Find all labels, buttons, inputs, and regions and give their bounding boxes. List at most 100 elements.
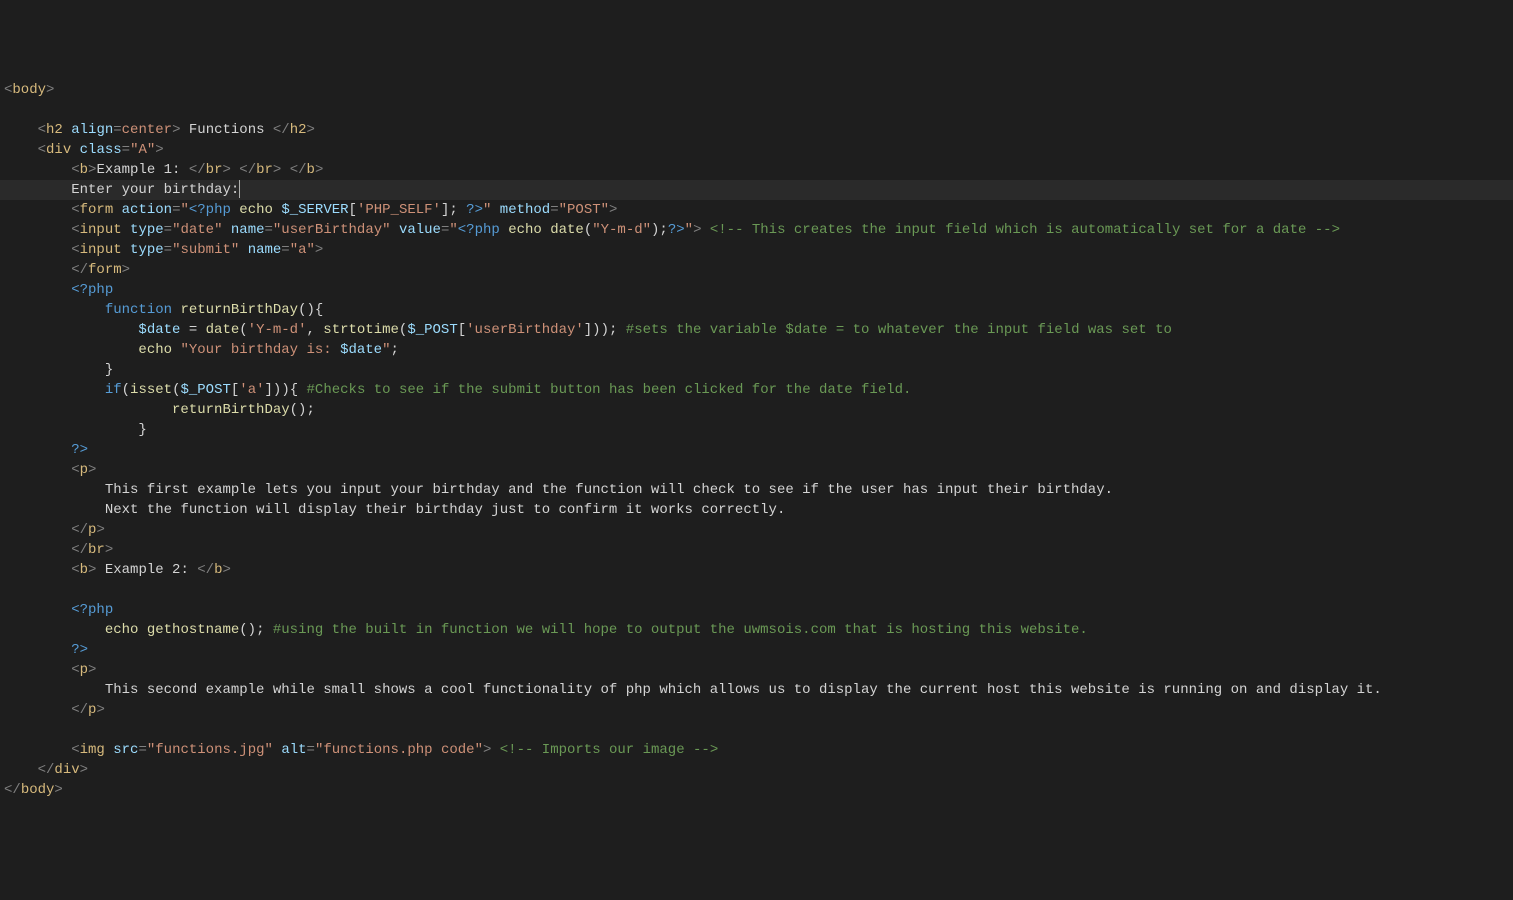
code-token: </ bbox=[71, 542, 88, 558]
code-token: #using the built in function we will hop… bbox=[273, 622, 1088, 638]
code-line[interactable]: This first example lets you input your b… bbox=[0, 480, 1513, 500]
code-line[interactable]: if(isset($_POST['a'])){ #Checks to see i… bbox=[0, 380, 1513, 400]
code-token: = bbox=[122, 142, 130, 158]
code-token bbox=[4, 602, 71, 618]
code-line[interactable]: ?> bbox=[0, 640, 1513, 660]
code-token bbox=[542, 222, 550, 238]
code-line[interactable]: <b> Example 2: </b> bbox=[0, 560, 1513, 580]
code-token bbox=[4, 562, 71, 578]
code-token bbox=[273, 742, 281, 758]
code-token: > bbox=[222, 562, 230, 578]
code-token: #sets the variable $date = to whatever t… bbox=[626, 322, 1172, 338]
code-token bbox=[281, 162, 289, 178]
code-token: ])){ bbox=[265, 382, 307, 398]
code-line[interactable]: ?> bbox=[0, 440, 1513, 460]
code-token bbox=[122, 242, 130, 258]
code-line[interactable]: <input type="date" name="userBirthday" v… bbox=[0, 220, 1513, 240]
code-token: value bbox=[399, 222, 441, 238]
code-token: > bbox=[122, 262, 130, 278]
code-token: > bbox=[315, 162, 323, 178]
code-token bbox=[4, 622, 105, 638]
code-token: < bbox=[71, 742, 79, 758]
code-line[interactable]: returnBirthDay(); bbox=[0, 400, 1513, 420]
code-token: </ bbox=[290, 162, 307, 178]
code-token: ; bbox=[391, 342, 399, 358]
code-line[interactable]: <input type="submit" name="a"> bbox=[0, 240, 1513, 260]
code-token bbox=[4, 682, 105, 698]
text-cursor bbox=[239, 180, 240, 198]
code-line[interactable]: </p> bbox=[0, 700, 1513, 720]
code-token: if bbox=[105, 382, 122, 398]
code-token: > bbox=[222, 162, 230, 178]
code-line[interactable]: $date = date('Y-m-d', strtotime($_POST['… bbox=[0, 320, 1513, 340]
code-token bbox=[4, 542, 71, 558]
code-line[interactable]: <img src="functions.jpg" alt="functions.… bbox=[0, 740, 1513, 760]
code-token: function bbox=[105, 302, 172, 318]
code-token: < bbox=[71, 462, 79, 478]
code-token bbox=[701, 222, 709, 238]
code-token: center bbox=[122, 122, 172, 138]
code-token: "Your birthday is: bbox=[180, 342, 340, 358]
code-line[interactable]: <form action="<?php echo $_SERVER['PHP_S… bbox=[0, 200, 1513, 220]
code-line[interactable]: <p> bbox=[0, 460, 1513, 480]
code-token: returnBirthDay bbox=[172, 402, 290, 418]
code-token: b bbox=[307, 162, 315, 178]
code-token: = bbox=[113, 122, 121, 138]
code-line[interactable]: <body> bbox=[0, 80, 1513, 100]
code-line[interactable]: <div class="A"> bbox=[0, 140, 1513, 160]
code-token bbox=[4, 422, 138, 438]
code-line[interactable]: function returnBirthDay(){ bbox=[0, 300, 1513, 320]
code-token: p bbox=[80, 662, 88, 678]
code-token: Example 1: bbox=[96, 162, 188, 178]
code-token: returnBirthDay bbox=[180, 302, 298, 318]
code-token: = bbox=[281, 242, 289, 258]
code-line[interactable]: <?php bbox=[0, 600, 1513, 620]
code-token: </ bbox=[189, 162, 206, 178]
code-line[interactable]: Enter your birthday: bbox=[0, 180, 1513, 200]
code-line[interactable]: </form> bbox=[0, 260, 1513, 280]
code-line[interactable]: <h2 align=center> Functions </h2> bbox=[0, 120, 1513, 140]
code-token: </ bbox=[239, 162, 256, 178]
code-token: This first example lets you input your b… bbox=[105, 482, 1113, 498]
code-token: div bbox=[54, 762, 79, 778]
code-line[interactable] bbox=[0, 720, 1513, 740]
code-token: p bbox=[80, 462, 88, 478]
code-line[interactable]: <b>Example 1: </br> </br> </b> bbox=[0, 160, 1513, 180]
code-line[interactable]: </div> bbox=[0, 760, 1513, 780]
code-line[interactable]: Next the function will display their bir… bbox=[0, 500, 1513, 520]
code-token: </ bbox=[38, 762, 55, 778]
code-token: < bbox=[38, 122, 46, 138]
code-token: name bbox=[248, 242, 282, 258]
code-line[interactable]: echo "Your birthday is: $date"; bbox=[0, 340, 1513, 360]
code-token: b bbox=[80, 562, 88, 578]
code-line[interactable]: <p> bbox=[0, 660, 1513, 680]
code-token bbox=[4, 362, 105, 378]
code-token: > bbox=[483, 742, 491, 758]
code-token: <?php bbox=[458, 222, 500, 238]
code-token: h2 bbox=[46, 122, 63, 138]
code-line[interactable]: echo gethostname(); #using the built in … bbox=[0, 620, 1513, 640]
code-line[interactable] bbox=[0, 580, 1513, 600]
code-editor[interactable]: <body> <h2 align=center> Functions </h2>… bbox=[0, 80, 1513, 800]
code-line[interactable]: </br> bbox=[0, 540, 1513, 560]
code-token: "Y-m-d" bbox=[592, 222, 651, 238]
code-token: [ bbox=[349, 202, 357, 218]
code-token: = bbox=[180, 322, 205, 338]
code-line[interactable]: </p> bbox=[0, 520, 1513, 540]
code-token: input bbox=[80, 222, 122, 238]
code-line[interactable]: </body> bbox=[0, 780, 1513, 800]
code-token: ( bbox=[239, 322, 247, 338]
code-token: br bbox=[88, 542, 105, 558]
code-line[interactable]: } bbox=[0, 420, 1513, 440]
code-token bbox=[500, 222, 508, 238]
code-line[interactable] bbox=[0, 100, 1513, 120]
code-token: } bbox=[138, 422, 146, 438]
code-token: = bbox=[164, 242, 172, 258]
code-token: $_SERVER bbox=[281, 202, 348, 218]
code-token: <!-- Imports our image --> bbox=[500, 742, 718, 758]
code-line[interactable]: <?php bbox=[0, 280, 1513, 300]
code-token bbox=[4, 202, 71, 218]
code-line[interactable]: This second example while small shows a … bbox=[0, 680, 1513, 700]
code-token: < bbox=[71, 162, 79, 178]
code-line[interactable]: } bbox=[0, 360, 1513, 380]
